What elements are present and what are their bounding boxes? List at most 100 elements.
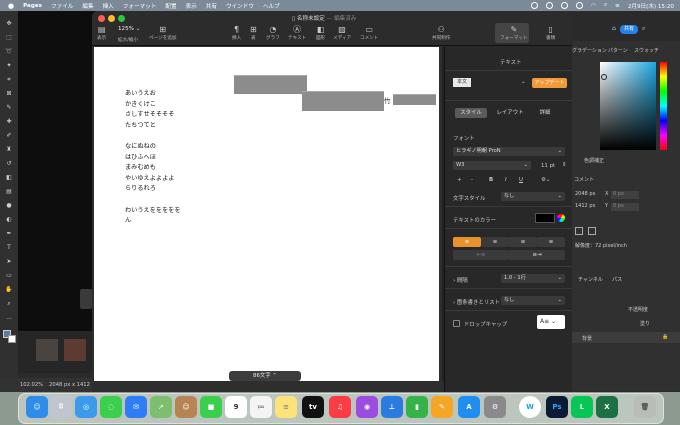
word-count-button[interactable]: 86文字 ⌃ xyxy=(229,371,301,381)
podcasts-icon[interactable]: ◉ xyxy=(356,396,378,418)
width-value[interactable]: 2048 px xyxy=(575,191,595,197)
document-button[interactable]: ▯ 書類 xyxy=(546,24,555,41)
tab-channels[interactable]: チャンネル xyxy=(578,276,603,283)
menu-edit[interactable]: 編集 xyxy=(82,2,93,10)
dodge-tool-icon[interactable]: ◐ xyxy=(4,216,14,225)
redacted-block[interactable] xyxy=(234,75,307,94)
spacing-dropdown[interactable]: 1.0 - 1行 ⌄ xyxy=(501,274,565,283)
numbers-icon[interactable]: ▮ xyxy=(406,396,428,418)
tab-paths[interactable]: パス xyxy=(612,276,622,283)
height-value[interactable]: 1412 px xyxy=(575,203,595,209)
char-style-dropdown[interactable]: なし ⌄ xyxy=(501,192,565,201)
panel-tab-pattern[interactable]: パターン xyxy=(608,47,628,54)
x-field[interactable]: 0 px xyxy=(611,191,639,199)
document-title[interactable]: 名称未設定 xyxy=(297,16,325,22)
chevron-down-icon[interactable]: ⌄ xyxy=(521,79,526,85)
marquee-tool-icon[interactable]: ⬚ xyxy=(4,34,14,43)
search-icon[interactable]: ⌕ xyxy=(642,25,645,33)
healing-brush-icon[interactable]: ✚ xyxy=(4,118,14,127)
messages-icon[interactable]: ◌ xyxy=(100,396,122,418)
stamp-tool-icon[interactable]: ♜ xyxy=(4,146,14,155)
home-icon[interactable]: ⌂ xyxy=(612,25,618,32)
hue-slider[interactable] xyxy=(660,62,667,150)
system-preferences-icon[interactable]: ⚙ xyxy=(484,396,506,418)
path-select-icon[interactable]: ➤ xyxy=(4,258,14,267)
brush-tool-icon[interactable]: ✐ xyxy=(4,132,14,141)
frame-tool-icon[interactable]: ⊠ xyxy=(4,90,14,99)
spacing-label[interactable]: › 間隔 xyxy=(453,276,468,284)
pen-tool-icon[interactable]: ✒ xyxy=(4,230,14,239)
comment-button[interactable]: ▭ コメント xyxy=(360,24,378,41)
collaborate-button[interactable]: ⚇ 共同制作 xyxy=(432,24,450,41)
dropcap-checkbox[interactable] xyxy=(453,320,460,327)
bullets-label[interactable]: › 箇条書きとリスト xyxy=(453,298,500,306)
eraser-tool-icon[interactable]: ◧ xyxy=(4,174,14,183)
font-weight-dropdown[interactable]: W3 ⌄ xyxy=(453,161,531,170)
panel-tab-gradient[interactable]: グラデーション xyxy=(572,47,607,54)
w-app-icon[interactable]: W xyxy=(519,396,541,418)
bullets-dropdown[interactable]: なし ⌄ xyxy=(501,296,565,305)
menu-app-name[interactable]: Pages xyxy=(23,3,42,9)
media-button[interactable]: ▨ メディア xyxy=(333,24,351,41)
canvas-size-icon[interactable] xyxy=(575,227,583,235)
panel-tab-swatches[interactable]: スウォッチ xyxy=(634,47,659,54)
chart-button[interactable]: ◔ グラフ xyxy=(266,24,280,41)
hand-tool-icon[interactable]: ✋ xyxy=(4,286,14,295)
launchpad-icon[interactable]: ⠿ xyxy=(50,396,72,418)
table-button[interactable]: ⊞ 表 xyxy=(250,24,257,41)
menu-help[interactable]: ヘルプ xyxy=(263,2,280,10)
gradient-tool-icon[interactable]: ▤ xyxy=(4,188,14,197)
history-brush-icon[interactable]: ↺ xyxy=(4,160,14,169)
text-button[interactable]: Ⓐ テキスト xyxy=(288,24,306,41)
more-tools-icon[interactable]: … xyxy=(4,314,14,323)
ps-zoom-level[interactable]: 102.02% xyxy=(20,382,43,388)
minimize-button[interactable] xyxy=(108,15,115,22)
menu-file[interactable]: ファイル xyxy=(51,2,73,10)
document-body-text[interactable]: あいうえお かきくけこ さしすせそそそそ たちつてと なにぬねの はひふへほ ま… xyxy=(125,89,181,227)
status-icon[interactable] xyxy=(561,2,569,9)
tab-layout[interactable]: レイアウト xyxy=(492,108,528,118)
menu-format[interactable]: フォーマット xyxy=(123,2,157,10)
thumbnail[interactable] xyxy=(64,339,86,361)
update-button[interactable]: アップデート xyxy=(532,78,567,88)
status-icon[interactable] xyxy=(531,2,539,9)
redacted-block[interactable] xyxy=(302,91,384,111)
ps-share-button[interactable]: 共有 xyxy=(620,25,638,34)
menu-insert[interactable]: 挿入 xyxy=(103,2,114,10)
calendar-icon[interactable]: 9 xyxy=(225,396,247,418)
color-wheel-icon[interactable] xyxy=(557,214,565,222)
zoom-dropdown[interactable]: 125% ⌄ xyxy=(118,26,140,32)
color-picker-handle[interactable] xyxy=(601,74,607,80)
lasso-tool-icon[interactable]: ➰ xyxy=(4,48,14,57)
notes-icon[interactable]: ≡ xyxy=(275,396,297,418)
menu-clock[interactable]: 2月9日(木) 15:20 xyxy=(628,2,674,10)
image-size-icon[interactable] xyxy=(588,227,596,235)
keynote-icon[interactable]: ⊥ xyxy=(381,396,403,418)
status-icon[interactable] xyxy=(576,2,584,9)
notes-app-icon[interactable]: ☺ xyxy=(175,396,197,418)
font-family-dropdown[interactable]: ヒラギノ明朝 ProN ⌄ xyxy=(453,147,565,156)
close-button[interactable] xyxy=(98,15,105,22)
tab-details[interactable]: 詳細 xyxy=(533,108,557,118)
mail-icon[interactable]: ✉ xyxy=(125,396,147,418)
menu-share[interactable]: 共有 xyxy=(206,2,217,10)
bold-button[interactable]: B xyxy=(489,177,493,183)
search-icon[interactable]: ⌕ xyxy=(604,2,607,9)
paragraph-style-preview[interactable]: 本文 xyxy=(453,78,471,87)
line-icon[interactable]: L xyxy=(571,396,593,418)
layer-name[interactable]: 背景 xyxy=(582,335,592,342)
menu-arrange[interactable]: 配置 xyxy=(165,2,176,10)
add-page-button[interactable]: ⊞ ページを追加 xyxy=(149,24,176,41)
safari-icon[interactable]: ◎ xyxy=(75,396,97,418)
tab-style[interactable]: スタイル xyxy=(455,108,487,118)
font-size-field[interactable]: 11 pt xyxy=(541,163,555,169)
photoshop-icon[interactable]: Ps xyxy=(546,396,568,418)
status-icon[interactable] xyxy=(546,2,554,9)
increase-indent-button[interactable]: ≡⇥ xyxy=(509,250,565,260)
menu-view[interactable]: 表示 xyxy=(186,2,197,10)
add-icon[interactable]: + xyxy=(457,177,462,183)
rectangle-tool-icon[interactable]: ▭ xyxy=(4,272,14,281)
crop-tool-icon[interactable]: ⌗ xyxy=(4,76,14,85)
y-field[interactable]: 0 px xyxy=(611,203,639,211)
eyedropper-icon[interactable]: ✎ xyxy=(4,104,14,113)
